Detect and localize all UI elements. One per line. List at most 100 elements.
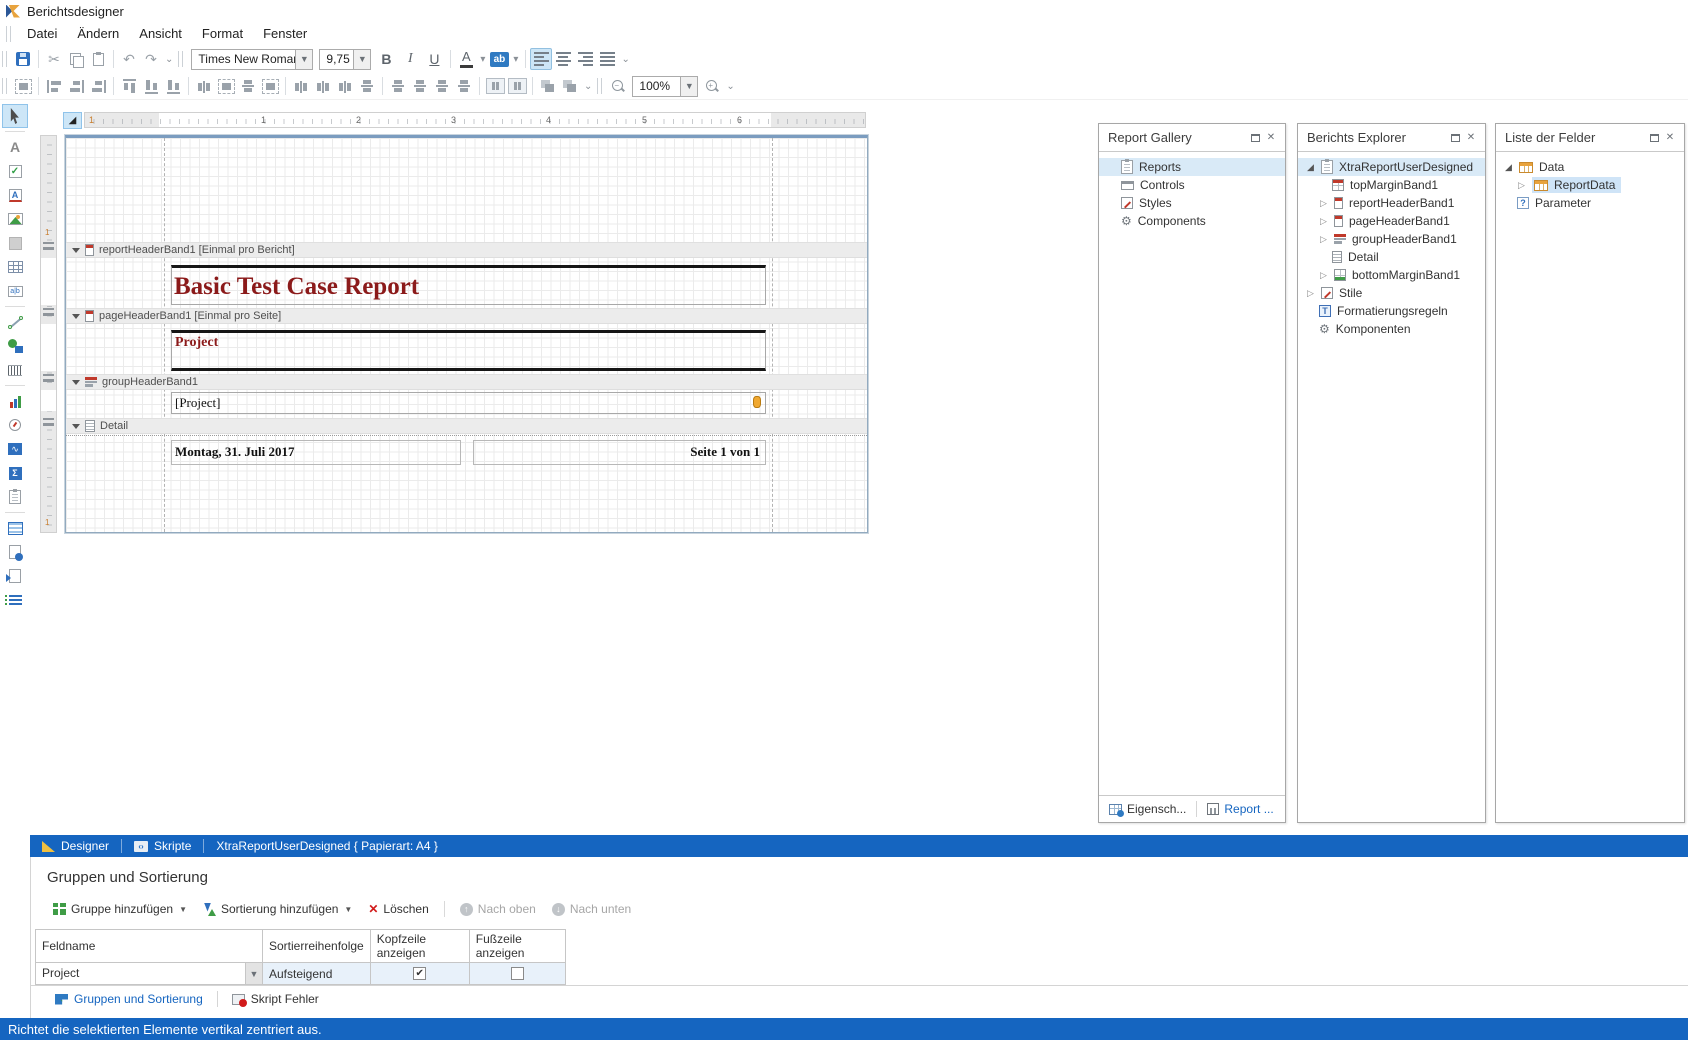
tab-scripts[interactable]: ‹› Skripte <box>122 835 203 857</box>
band-collapse-icon[interactable] <box>72 248 80 253</box>
close-icon[interactable]: ✕ <box>1662 131 1678 145</box>
font-name-dropdown-icon[interactable]: ▼ <box>295 50 312 69</box>
horizontal-ruler[interactable]: 1 1 2 3 4 5 6 <box>84 112 866 128</box>
column-fusszeile[interactable]: Fußzeile anzeigen <box>469 930 565 963</box>
same-size-button[interactable] <box>259 75 281 97</box>
tree-item-parameter[interactable]: ? Parameter <box>1496 194 1684 212</box>
tool-panel[interactable] <box>2 231 28 255</box>
cut-button[interactable]: ✂ <box>43 48 65 70</box>
left-margin-guide[interactable] <box>164 138 165 532</box>
align-center-button[interactable] <box>552 48 574 70</box>
redo-button[interactable]: ↷ <box>140 48 162 70</box>
tree-item-data[interactable]: ◢ Data <box>1496 158 1684 176</box>
tool-barcode[interactable] <box>2 358 28 382</box>
collapsed-icon[interactable]: ▷ <box>1517 180 1526 191</box>
tool-rich-text[interactable]: A <box>2 183 28 207</box>
highlight-button[interactable]: ab <box>488 48 510 70</box>
band-strip-page-header[interactable]: pageHeaderBand1 [Einmal pro Seite] <box>66 308 867 324</box>
tree-item-bottom-margin[interactable]: ▷ bottomMarginBand1 <box>1298 266 1485 284</box>
tool-summary[interactable]: Σ <box>2 461 28 485</box>
toolbar2-grip[interactable] <box>2 78 7 94</box>
align-middles-button[interactable] <box>140 75 162 97</box>
align-right-button[interactable] <box>574 48 596 70</box>
tool-chart[interactable] <box>2 389 28 413</box>
italic-button[interactable]: I <box>398 48 422 70</box>
tool-line[interactable] <box>2 310 28 334</box>
tool-check-box[interactable]: ✓ <box>2 159 28 183</box>
h-space-decrease-button[interactable] <box>334 75 356 97</box>
sort-order-cell[interactable]: Aufsteigend <box>263 963 371 985</box>
underline-button[interactable]: U <box>422 48 446 70</box>
tree-item-components[interactable]: ⚙ Komponenten <box>1298 320 1485 338</box>
bold-button[interactable]: B <box>374 48 398 70</box>
collapsed-icon[interactable]: ▷ <box>1319 198 1328 209</box>
maximize-icon[interactable] <box>1447 131 1463 145</box>
band-strip-detail[interactable]: Detail <box>66 418 867 434</box>
tree-item-styles[interactable]: ▷ Stile <box>1298 284 1485 302</box>
tree-item-report-header[interactable]: ▷ reportHeaderBand1 <box>1298 194 1485 212</box>
header-visible-cell[interactable]: ✔ <box>370 963 469 985</box>
align-lefts-button[interactable] <box>43 75 65 97</box>
add-sort-button[interactable]: Sortierung hinzufügen ▼ <box>197 900 358 918</box>
align-tops-button[interactable] <box>118 75 140 97</box>
tree-item-detail[interactable]: Detail <box>1298 248 1485 266</box>
gallery-item-components[interactable]: ⚙ Components <box>1099 212 1285 230</box>
tool-picture-box[interactable] <box>2 207 28 231</box>
tab-skript-fehler[interactable]: Skript Fehler <box>218 986 333 1012</box>
maximize-icon[interactable] <box>1646 131 1662 145</box>
tool-detail-report[interactable] <box>2 516 28 540</box>
tree-item-page-header[interactable]: ▷ pageHeaderBand1 <box>1298 212 1485 230</box>
tab-designer[interactable]: Designer <box>30 835 121 857</box>
center-vertically-button[interactable] <box>506 75 528 97</box>
band-grip[interactable] <box>43 242 54 250</box>
close-icon[interactable]: ✕ <box>1263 131 1279 145</box>
menu-format[interactable]: Format <box>193 23 252 44</box>
tree-item-top-margin[interactable]: topMarginBand1 <box>1298 176 1485 194</box>
tree-item-root[interactable]: ◢ XtraReportUserDesigned <box>1298 158 1485 176</box>
right-margin-guide[interactable] <box>772 138 773 532</box>
collapsed-icon[interactable]: ▷ <box>1319 216 1328 227</box>
properties-tab[interactable]: Eigensch... <box>1099 796 1196 822</box>
tree-item-group-header[interactable]: ▷ groupHeaderBand1 <box>1298 230 1485 248</box>
zoom-dropdown-icon[interactable]: ▼ <box>680 77 697 96</box>
report-explorer-header[interactable]: Berichts Explorer ✕ <box>1298 124 1485 151</box>
font-size-dropdown-icon[interactable]: ▼ <box>353 50 370 69</box>
band-grip[interactable] <box>43 374 54 382</box>
tab-report-info[interactable]: XtraReportUserDesigned { Papierart: A4 } <box>204 835 449 857</box>
tool-label[interactable]: A <box>2 135 28 159</box>
group-field-label[interactable]: [Project] <box>171 392 766 414</box>
delete-button[interactable]: ✕ Löschen <box>362 900 434 918</box>
tool-shape[interactable] <box>2 334 28 358</box>
send-to-back-button[interactable] <box>559 75 581 97</box>
tree-item-report-data[interactable]: ▷ ReportData <box>1496 176 1684 194</box>
center-horizontally-button[interactable] <box>484 75 506 97</box>
menu-ansicht[interactable]: Ansicht <box>130 23 191 44</box>
collapsed-icon[interactable]: ▷ <box>1306 288 1315 299</box>
copy-button[interactable] <box>65 48 87 70</box>
tool-character-comb[interactable]: a|b <box>2 279 28 303</box>
tool-pointer[interactable] <box>2 104 28 128</box>
band-collapse-icon[interactable] <box>72 424 80 429</box>
menu-datei[interactable]: Datei <box>18 23 66 44</box>
design-surface[interactable]: reportHeaderBand1 [Einmal pro Bericht] B… <box>65 135 868 533</box>
column-feldname[interactable]: Feldname <box>36 930 263 963</box>
align-justify-button[interactable] <box>596 48 618 70</box>
zorder-dropdown-chevron-icon[interactable]: ⌄ <box>581 81 595 92</box>
field-dropdown-icon[interactable]: ▼ <box>245 963 262 984</box>
font-color-dropdown-icon[interactable]: ▾ <box>477 54 488 65</box>
tool-gauge[interactable] <box>2 413 28 437</box>
tool-page-break[interactable] <box>2 485 28 509</box>
column-kopfzeile[interactable]: Kopfzeile anzeigen <box>370 930 469 963</box>
font-size-combo[interactable]: 9,75 ▼ <box>319 49 371 70</box>
gallery-item-styles[interactable]: Styles <box>1099 194 1285 212</box>
zoom-in-button[interactable]: + <box>701 75 723 97</box>
highlight-dropdown-icon[interactable]: ▾ <box>510 54 521 65</box>
align-rights-button[interactable] <box>87 75 109 97</box>
tree-item-formatting-rules[interactable]: T Formatierungsregeln <box>1298 302 1485 320</box>
toolbar1-grip2[interactable] <box>178 51 183 67</box>
maximize-icon[interactable] <box>1247 131 1263 145</box>
report-gallery-header[interactable]: Report Gallery ✕ <box>1099 124 1285 151</box>
align-centers-button[interactable] <box>65 75 87 97</box>
align-left-button[interactable] <box>530 48 552 70</box>
v-space-decrease-button[interactable] <box>431 75 453 97</box>
